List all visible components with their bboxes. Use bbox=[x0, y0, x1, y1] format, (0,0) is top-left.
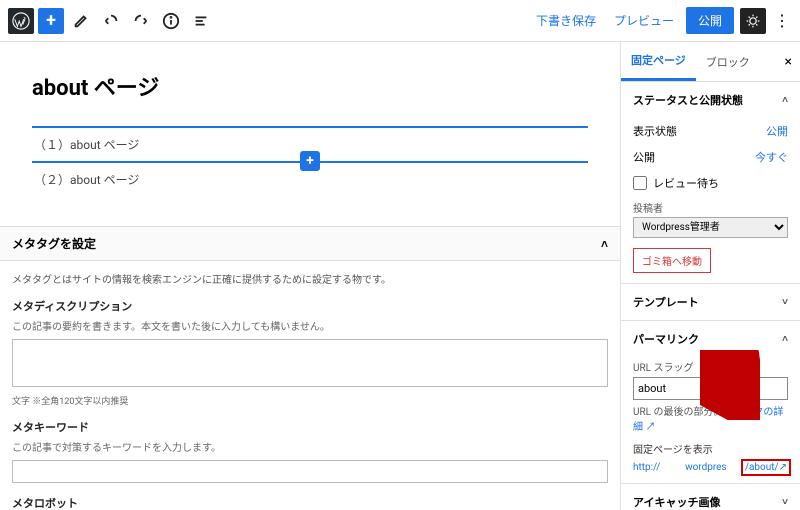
permalink-url-display: http:// wordpres/about/↗ bbox=[633, 462, 788, 473]
author-label: 投稿者 bbox=[633, 200, 788, 215]
status-panel-header[interactable]: ステータスと公開状態 ˄ bbox=[621, 82, 800, 118]
template-panel-title: テンプレート bbox=[633, 294, 699, 310]
chevron-down-icon: ˅ bbox=[782, 297, 788, 308]
publish-date-value[interactable]: 今すぐ bbox=[755, 149, 788, 165]
preview-button[interactable]: プレビュー bbox=[608, 8, 680, 33]
url-protocol[interactable]: http:// bbox=[633, 462, 660, 473]
chevron-up-icon: ˄ bbox=[782, 95, 788, 106]
chevron-down-icon: ˅ bbox=[782, 497, 788, 508]
sidebar-tabs: 固定ページ ブロック × bbox=[621, 42, 800, 82]
metabox-title: メタタグを設定 bbox=[12, 235, 96, 252]
permalink-panel-title: パーマリンク bbox=[633, 331, 699, 347]
settings-sidebar: 固定ページ ブロック × ステータスと公開状態 ˄ 表示状態 公開 公開 今すぐ bbox=[620, 42, 800, 510]
view-page-label: 固定ページを表示 bbox=[633, 441, 788, 456]
meta-description-label: メタディスクリプション bbox=[12, 298, 608, 314]
url-slug-help: URL の最後の部分。 bbox=[633, 407, 724, 418]
meta-keywords-help: この記事で対策するキーワードを入力します。 bbox=[12, 439, 608, 454]
external-link-icon: ↗ bbox=[779, 462, 787, 473]
block-inserter-button[interactable]: + bbox=[300, 151, 320, 171]
meta-description-help: この記事の要約を書きます。本文を書いた後に入力しても構いません。 bbox=[12, 318, 608, 333]
pending-review-label: レビュー待ち bbox=[653, 175, 719, 191]
close-sidebar-button[interactable]: × bbox=[777, 54, 800, 70]
visibility-value[interactable]: 公開 bbox=[766, 123, 788, 139]
publish-button[interactable]: 公開 bbox=[686, 7, 734, 34]
meta-keywords-input[interactable] bbox=[12, 460, 608, 483]
redo-icon[interactable] bbox=[128, 8, 154, 34]
pending-review-checkbox[interactable] bbox=[633, 176, 647, 190]
tab-page[interactable]: 固定ページ bbox=[621, 42, 696, 81]
info-icon[interactable] bbox=[158, 8, 184, 34]
chevron-up-icon: ˄ bbox=[782, 334, 788, 345]
meta-tags-metabox: メタタグを設定 ˄ メタタグとはサイトの情報を検索エンジンに正確に提供するために… bbox=[0, 226, 620, 510]
featured-image-panel-title: アイキャッチ画像 bbox=[633, 494, 720, 510]
external-link-icon: ↗ bbox=[645, 422, 655, 433]
author-select[interactable]: Wordpress管理者 bbox=[633, 217, 788, 238]
tab-block[interactable]: ブロック bbox=[696, 44, 760, 80]
top-toolbar: + 下書き保存 プレビュー 公開 bbox=[0, 0, 800, 42]
visibility-label: 表示状態 bbox=[633, 123, 677, 139]
meta-keywords-label: メタキーワード bbox=[12, 419, 608, 435]
wordpress-logo[interactable] bbox=[8, 8, 34, 34]
outline-icon[interactable] bbox=[188, 8, 214, 34]
status-panel-title: ステータスと公開状態 bbox=[633, 92, 743, 108]
featured-image-panel-header[interactable]: アイキャッチ画像 ˅ bbox=[621, 484, 800, 510]
block-boundary-top bbox=[32, 126, 588, 128]
block-divider: + bbox=[32, 161, 588, 163]
url-slug-input[interactable] bbox=[633, 377, 788, 400]
metabox-description: メタタグとはサイトの情報を検索エンジンに正確に提供するために設定する物です。 bbox=[12, 271, 608, 286]
chevron-up-icon[interactable]: ˄ bbox=[601, 237, 608, 251]
url-slug-label: URL スラッグ bbox=[633, 359, 788, 374]
more-options-button[interactable] bbox=[772, 8, 792, 34]
meta-description-note: 文字 ※全角120文字以内推奨 bbox=[12, 394, 608, 407]
settings-button[interactable] bbox=[740, 8, 766, 34]
page-title[interactable]: about ページ bbox=[32, 70, 588, 102]
add-block-button[interactable]: + bbox=[38, 8, 64, 34]
template-panel-header[interactable]: テンプレート ˅ bbox=[621, 284, 800, 320]
save-draft-button[interactable]: 下書き保存 bbox=[530, 8, 602, 33]
move-to-trash-button[interactable]: ゴミ箱へ移動 bbox=[633, 248, 711, 273]
edit-icon[interactable] bbox=[68, 8, 94, 34]
permalink-panel-header[interactable]: パーマリンク ˄ bbox=[621, 321, 800, 357]
editor-area: about ページ （１）about ページ + （２）about ページ メタ… bbox=[0, 42, 620, 510]
meta-robots-label: メタロボット bbox=[12, 495, 608, 510]
url-host[interactable]: wordpres bbox=[685, 462, 727, 473]
meta-description-textarea[interactable] bbox=[12, 339, 608, 387]
url-slug-highlight[interactable]: /about/ bbox=[745, 462, 779, 473]
undo-icon[interactable] bbox=[98, 8, 124, 34]
publish-date-label: 公開 bbox=[633, 149, 655, 165]
